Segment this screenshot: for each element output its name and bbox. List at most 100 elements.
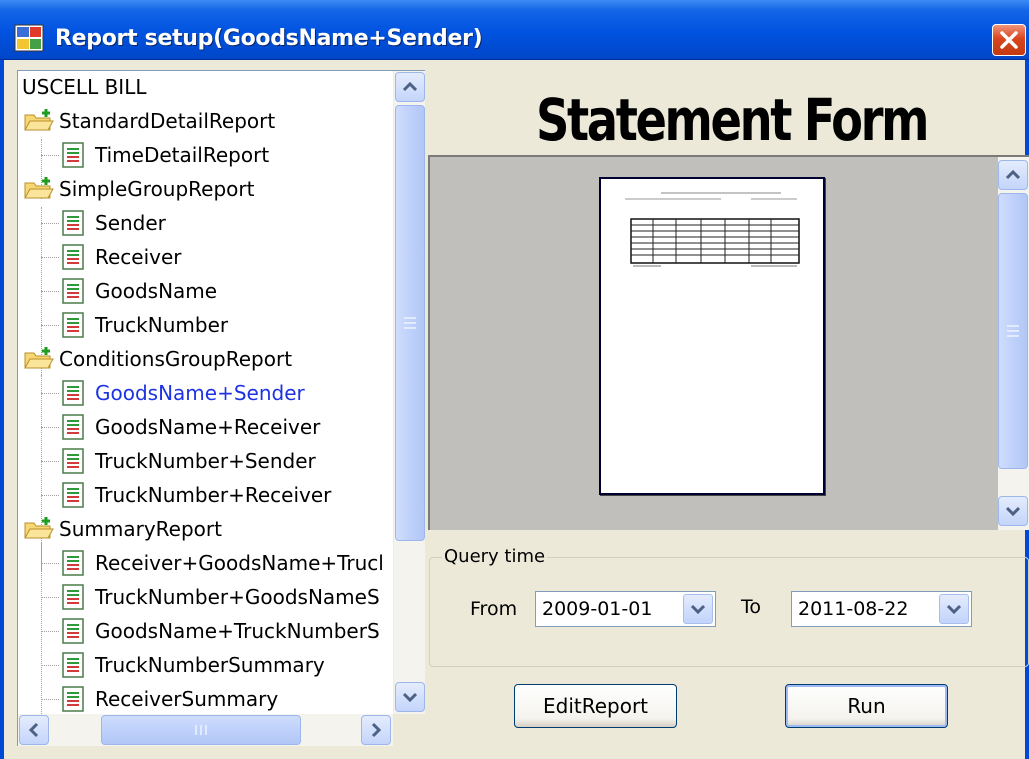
tree-item-trucknumber-receiver[interactable]: TruckNumber+Receiver (18, 479, 392, 512)
tree-folder-label: SummaryReport (59, 517, 222, 541)
tree-item-trucknumber-summary[interactable]: TruckNumberSummary (18, 649, 392, 682)
tree-item-goodsname-receiver[interactable]: GoodsName+Receiver (18, 411, 392, 444)
tree-connector (41, 631, 59, 632)
tree-connector (41, 699, 59, 700)
scroll-down-button[interactable] (395, 682, 425, 712)
to-date-select[interactable]: 2011-08-22 (791, 591, 972, 627)
folder-open-icon (24, 109, 54, 131)
tree-folder-label: StandardDetailReport (59, 109, 276, 133)
report-doc-icon (62, 312, 84, 338)
chevron-up-icon (402, 81, 418, 92)
report-doc-icon (62, 652, 84, 678)
tree-item-receiver[interactable]: Receiver (18, 241, 392, 274)
grip-icon (404, 317, 416, 329)
run-button[interactable]: Run (785, 684, 948, 728)
folder-open-icon (24, 517, 54, 539)
report-tree[interactable]: USCELL BILL StandardDetailReport TimeDet… (18, 71, 392, 714)
preview-scroll-up-button[interactable] (998, 160, 1028, 190)
tree-item-goodsname-trucknumber-summary[interactable]: GoodsName+TruckNumberS (18, 615, 392, 648)
tree-folder-label: ConditionsGroupReport (59, 347, 293, 371)
tree-folder-simple-group[interactable]: SimpleGroupReport (18, 173, 392, 206)
tree-horizontal-scrollbar[interactable] (18, 714, 393, 746)
tree-item-trucknumber[interactable]: TruckNumber (18, 309, 392, 342)
edit-report-button[interactable]: EditReport (514, 684, 677, 728)
scroll-thumb[interactable] (395, 105, 425, 541)
from-date-dropdown-button[interactable] (683, 594, 713, 624)
scroll-thumb-horizontal[interactable] (101, 715, 301, 745)
chevron-right-icon (371, 722, 382, 738)
tree-item-label: GoodsName+Receiver (95, 415, 321, 439)
chevron-left-icon (28, 722, 39, 738)
close-icon (1000, 31, 1018, 49)
tree-vertical-scrollbar[interactable] (393, 71, 425, 714)
tree-item-label: TruckNumber+GoodsNameS (95, 585, 380, 609)
title-bar[interactable]: Report setup(GoodsName+Sender) (0, 0, 1029, 60)
tree-item-label: TruckNumber (95, 313, 229, 337)
tree-item-trucknumber-sender[interactable]: TruckNumber+Sender (18, 445, 392, 478)
tree-connector (41, 155, 59, 156)
report-doc-icon (62, 210, 84, 236)
folder-open-icon (24, 177, 54, 199)
to-date-value: 2011-08-22 (798, 598, 909, 620)
tree-root-label: USCELL BILL (22, 75, 147, 99)
grip-icon (195, 725, 207, 735)
chevron-up-icon (1005, 169, 1021, 180)
tree-item-label: Receiver+GoodsName+Trucl (95, 551, 384, 575)
tree-item-goodsname-sender[interactable]: GoodsName+Sender (18, 377, 392, 410)
folder-open-icon (24, 347, 54, 369)
tree-item-label: TruckNumberSummary (95, 653, 325, 677)
tree-item-receiver-goodsname-truck[interactable]: Receiver+GoodsName+Trucl (18, 547, 392, 580)
tree-item-goodsname[interactable]: GoodsName (18, 275, 392, 308)
tree-item-label: TruckNumber+Sender (95, 449, 316, 473)
report-preview[interactable] (428, 155, 1029, 530)
app-icon (14, 24, 44, 52)
tree-item-label: Receiver (95, 245, 182, 269)
tree-item-label: GoodsName+Sender (95, 381, 305, 405)
tree-connector (41, 223, 59, 224)
grip-icon (1007, 325, 1019, 337)
close-button[interactable] (992, 24, 1026, 56)
report-doc-icon (62, 686, 84, 712)
chevron-down-icon (1005, 506, 1021, 517)
tree-root[interactable]: USCELL BILL (18, 71, 392, 104)
statement-form-banner: Statement Form (536, 86, 929, 154)
window-frame-left (0, 60, 4, 759)
tree-item-label: ReceiverSummary (95, 687, 279, 711)
scroll-up-button[interactable] (395, 72, 425, 102)
tree-connector (41, 325, 59, 326)
preview-scroll-down-button[interactable] (998, 496, 1028, 526)
tree-item-time-detail[interactable]: TimeDetailReport (18, 139, 392, 172)
tree-folder-standard-detail[interactable]: StandardDetailReport (18, 105, 392, 138)
tree-item-label: GoodsName (95, 279, 218, 303)
report-page-thumbnail[interactable] (599, 177, 825, 495)
to-label: To (741, 596, 762, 618)
tree-connector (41, 563, 59, 564)
tree-item-label: Sender (95, 211, 166, 235)
preview-scroll-thumb[interactable] (998, 193, 1028, 469)
report-doc-icon (62, 618, 84, 644)
report-tree-panel: USCELL BILL StandardDetailReport TimeDet… (17, 70, 425, 746)
scroll-left-button[interactable] (19, 715, 49, 745)
scroll-right-button[interactable] (361, 715, 391, 745)
from-date-select[interactable]: 2009-01-01 (535, 591, 716, 627)
tree-connector (41, 665, 59, 666)
report-doc-icon (62, 482, 84, 508)
tree-connector (41, 257, 59, 258)
query-time-title: Query time (442, 546, 548, 567)
tree-connector (41, 461, 59, 462)
report-doc-icon (62, 244, 84, 270)
tree-folder-summary[interactable]: SummaryReport (18, 513, 392, 546)
tree-item-sender[interactable]: Sender (18, 207, 392, 240)
tree-connector (41, 393, 59, 394)
report-doc-icon (62, 448, 84, 474)
report-doc-icon (62, 142, 84, 168)
tree-item-trucknumber-goodsname-summary[interactable]: TruckNumber+GoodsNameS (18, 581, 392, 614)
preview-vertical-scrollbar[interactable] (998, 157, 1029, 530)
tree-item-label: TimeDetailReport (95, 143, 270, 167)
chevron-down-icon (402, 692, 418, 703)
tree-connector (41, 291, 59, 292)
tree-item-receiver-summary[interactable]: ReceiverSummary (18, 683, 392, 714)
to-date-dropdown-button[interactable] (939, 594, 969, 624)
tree-folder-conditions-group[interactable]: ConditionsGroupReport (18, 343, 392, 376)
report-table-thumbnail (625, 192, 800, 267)
